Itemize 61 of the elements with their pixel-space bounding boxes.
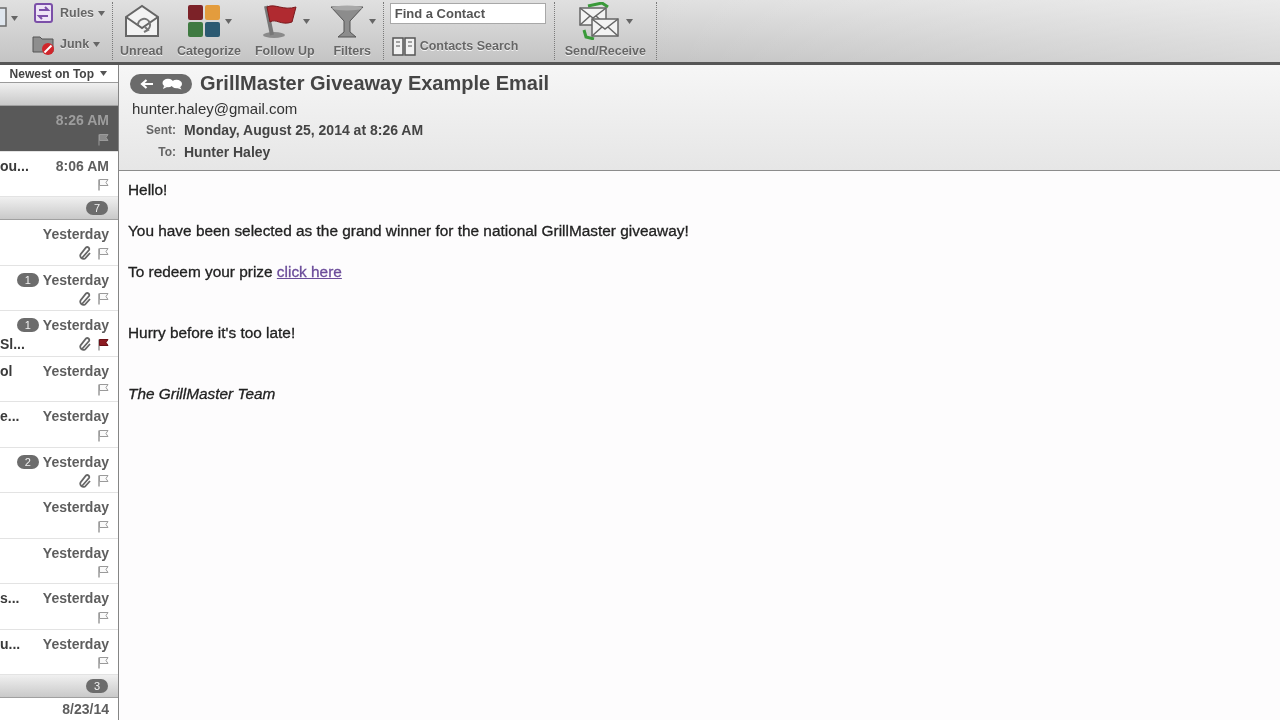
group-header[interactable]: 7: [0, 197, 118, 220]
toolbar-button[interactable]: Junk: [30, 31, 112, 57]
time-text: Yesterday: [42, 409, 109, 423]
time-text: 8/23/14: [62, 702, 109, 716]
conversation-button[interactable]: [160, 77, 183, 90]
window-icon[interactable]: [0, 7, 8, 27]
sender-text: ou...: [0, 157, 29, 174]
body-text: Hello!: [128, 181, 168, 199]
count-badge: 3: [86, 679, 108, 693]
time-text: 8:06 AM: [55, 158, 109, 173]
envelope-icon: [122, 3, 161, 39]
toolbar-button[interactable]: Follow Up: [248, 0, 322, 62]
body-text: You have been selected as the grand winner for the national GrillMaster giveaway!: [128, 222, 689, 240]
back-button[interactable]: [139, 78, 154, 89]
body-text: Hurry before it's too late!: [128, 324, 296, 342]
thread-count-badge: 1: [16, 272, 39, 287]
field-value: Hunter Haley: [184, 144, 271, 160]
group-header[interactable]: [0, 83, 118, 106]
time-text: Yesterday: [42, 636, 109, 651]
thread-count-badge: 2: [16, 454, 39, 469]
back-arrow-icon: [139, 78, 154, 89]
caret-icon: [100, 71, 107, 76]
toolbar-button[interactable]: Unread: [113, 0, 171, 62]
book-icon: [391, 36, 416, 56]
funnel-icon: [328, 3, 365, 39]
field-value: Monday, August 25, 2014 at 8:26 AM: [184, 122, 424, 138]
toolbar-button[interactable]: Filters: [321, 0, 383, 62]
toolbar-button[interactable]: Send/Receive: [554, 0, 656, 62]
toolbar-button[interactable]: Categorize: [170, 0, 248, 62]
contact-search-field[interactable]: Find a Contact: [389, 3, 546, 24]
sender-text: s...: [0, 590, 20, 606]
sender-text: e...: [0, 408, 20, 424]
thread-count-badge: 1: [16, 318, 39, 332]
toolbar-button[interactable]: Rules: [30, 0, 112, 26]
time-text: Yesterday: [42, 272, 109, 287]
time-text: 8:26 AM: [55, 113, 109, 127]
message-subject: GrillMaster Giveaway Example Email: [200, 72, 550, 95]
time-text: Yesterday: [42, 500, 109, 514]
contacts-search-button[interactable]: Contacts Search: [389, 34, 521, 58]
time-text: Yesterday: [42, 227, 109, 241]
arrows-icon: [32, 2, 56, 24]
group-header[interactable]: 3: [0, 675, 118, 698]
squares-grid-icon: [186, 4, 221, 38]
time-text: Yesterday: [42, 454, 109, 469]
signature-text: The GrillMaster Team: [128, 385, 276, 403]
flag-icon[interactable]: [97, 337, 109, 351]
sender-text: ol: [0, 362, 13, 379]
body-text: To redeem your prize click here: [128, 263, 342, 281]
time-text: Yesterday: [42, 363, 109, 378]
time-text: Yesterday: [42, 545, 109, 560]
caret-icon[interactable]: [11, 16, 18, 21]
field-label: To:: [157, 145, 176, 159]
field-label: Sent:: [145, 123, 176, 137]
speech-bubbles-icon: [160, 77, 183, 90]
time-text: Yesterday: [42, 318, 109, 332]
subject-text: Sl...: [0, 336, 25, 352]
link[interactable]: click here: [276, 263, 342, 280]
time-text: Yesterday: [42, 591, 109, 605]
count-badge: 7: [86, 201, 108, 215]
sender-text: u...: [0, 635, 21, 652]
sender-address: hunter.haley@gmail.com: [132, 100, 298, 117]
